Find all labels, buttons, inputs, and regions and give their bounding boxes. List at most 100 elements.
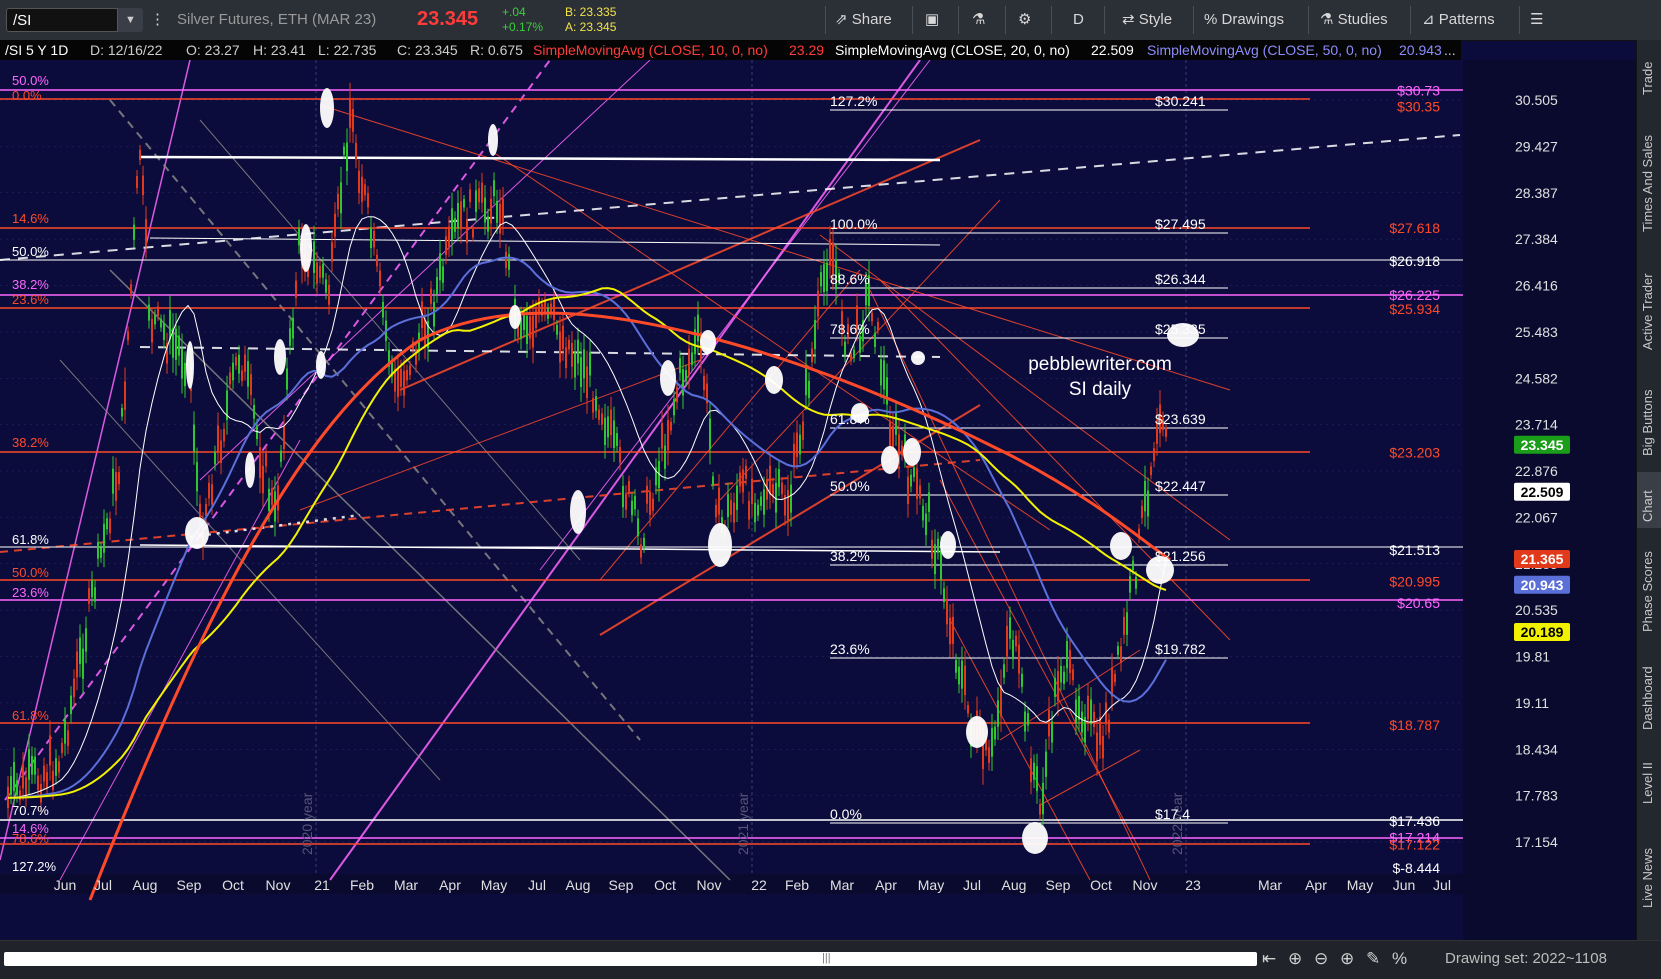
candle-body (673, 399, 675, 416)
collapse-icon[interactable]: ⤡ (1462, 60, 1473, 61)
drawing-tools-icon[interactable]: ✎ (1366, 949, 1380, 969)
candle-body (124, 381, 126, 410)
sidebar-tab-dashboard[interactable]: Dashboard (1637, 652, 1661, 736)
fib-left-label: 14.6% (12, 211, 49, 226)
time-tick-label: Nov (1133, 877, 1158, 893)
candle-body (1030, 758, 1032, 783)
drawings-label: Drawings (1221, 11, 1285, 28)
candle-body (358, 170, 360, 194)
candle-body (298, 228, 300, 246)
candle-body (265, 453, 267, 467)
time-tick-label: Jul (1433, 877, 1451, 893)
candle-body (523, 314, 525, 331)
fib-left-label: 70.7% (12, 803, 49, 818)
info-more[interactable]: ... (1444, 40, 1456, 60)
candle-body (1021, 673, 1023, 687)
time-tick-label: Nov (697, 877, 722, 893)
price-chart[interactable]: 2020 year 2021 year 2022 year50.0%0.0%14.6… (0, 60, 1636, 940)
candle-body (79, 637, 81, 665)
time-tick-label: Sep (177, 877, 202, 893)
style-button[interactable]: ⇄ Style (1122, 0, 1172, 40)
candle-body (1150, 466, 1152, 476)
sma10-label[interactable]: SimpleMovingAvg (CLOSE, 10, 0, no) (533, 40, 768, 60)
candle-body (109, 518, 111, 534)
drawing-set-label[interactable]: Drawing set: 2022~1108 (1445, 950, 1607, 967)
sidebar-tab-chart[interactable]: Chart (1637, 472, 1661, 528)
time-tick-label: Sep (1046, 877, 1071, 893)
candle-body (601, 413, 603, 425)
zoom-in-icon[interactable]: ⊕ (1340, 949, 1354, 969)
zoom-out-icon[interactable]: ⊖ (1314, 949, 1328, 969)
right-price-label: $26.918 (1389, 253, 1440, 269)
drawings-button[interactable]: % Drawings (1204, 0, 1284, 40)
scroll-left-icon[interactable]: ⇤ (1262, 949, 1276, 969)
candle-body (271, 488, 273, 505)
candle-body (28, 749, 30, 780)
sidebar-tab-active-trader[interactable]: Active Trader (1637, 250, 1661, 356)
candle-body (988, 747, 990, 763)
fib-left-label: 61.8% (12, 708, 49, 723)
sidebar-tab-level-ii[interactable]: Level II (1637, 748, 1661, 810)
candle-body (115, 471, 117, 501)
fib-center-price: $19.782 (1155, 641, 1206, 657)
sma20-label[interactable]: SimpleMovingAvg (CLOSE, 20, 0, no) (835, 40, 1070, 60)
candle-body (46, 772, 48, 789)
pivot-marker (274, 339, 286, 375)
price-tick-label: 25.483 (1515, 324, 1558, 340)
candle-body (502, 198, 504, 224)
candle-body (931, 539, 933, 559)
year-label: 2020 year (299, 792, 315, 855)
candle-body (355, 142, 357, 160)
candle-body (334, 213, 336, 237)
sidebar-tab-trade[interactable]: Trade (1637, 40, 1661, 100)
patterns-button[interactable]: ⊿ Patterns (1422, 0, 1495, 40)
grip-icon[interactable]: ⋮ (150, 0, 165, 40)
candle-body (742, 469, 744, 493)
candle-body (493, 180, 495, 197)
candle-body (49, 735, 51, 766)
gear-icon[interactable]: ⚙ (1018, 0, 1031, 40)
candle-body (490, 198, 492, 224)
candle-body (205, 504, 207, 517)
candle-body (850, 352, 852, 362)
candle-body (649, 491, 651, 515)
percent-icon[interactable]: % (1392, 949, 1407, 969)
candle-body (370, 227, 372, 249)
sidebar-tab-phase-scores[interactable]: Phase Scores (1637, 540, 1661, 640)
right-price-label: $20.995 (1389, 574, 1440, 590)
candle-body (736, 485, 738, 510)
zoom-fit-icon[interactable]: ⊕ (1288, 949, 1302, 969)
candle-body (133, 224, 135, 240)
sidebar-tab-times-and-sales[interactable]: Times And Sales (1637, 112, 1661, 238)
fib-center-pct: 78.6% (830, 321, 870, 337)
candle-body (1006, 625, 1008, 657)
candle-body (1000, 685, 1002, 717)
price-badge-label: 20.189 (1521, 624, 1564, 640)
symbol-dropdown-button[interactable]: ▼ (117, 8, 143, 32)
candle-body (1015, 635, 1017, 647)
flask-icon[interactable]: ⚗ (972, 0, 985, 40)
time-scrollbar[interactable] (4, 952, 1257, 966)
info-date: D: 12/16/22 (90, 42, 163, 58)
right-price-label: $17.122 (1389, 836, 1440, 852)
candle-body (139, 149, 141, 160)
share-button[interactable]: ⇗ Share (835, 0, 892, 40)
studies-button[interactable]: ⚗ Studies (1320, 0, 1388, 40)
pivot-marker (903, 438, 921, 466)
candle-body (286, 368, 288, 390)
sma50-label[interactable]: SimpleMovingAvg (CLOSE, 50, 0, no) (1147, 40, 1382, 60)
sidebar-tab-big-buttons[interactable]: Big Buttons (1637, 366, 1661, 462)
chart-subtitle: SI daily (1069, 379, 1132, 400)
menu-icon[interactable]: ☰ (1530, 0, 1543, 40)
candle-body (505, 251, 507, 268)
candle-body (751, 478, 753, 505)
pivot-marker (708, 523, 732, 567)
sidebar-tab-live-news[interactable]: Live News (1637, 822, 1661, 912)
time-tick-label: Mar (1258, 877, 1282, 893)
candle-body (1060, 665, 1062, 683)
period-button[interactable]: D (1073, 0, 1084, 40)
scrollbar-handle-icon[interactable]: ||| (822, 952, 831, 964)
fib-left-label: 50.0% (12, 73, 49, 88)
screenshot-icon[interactable]: ▣ (925, 0, 939, 40)
candle-body (181, 348, 183, 379)
